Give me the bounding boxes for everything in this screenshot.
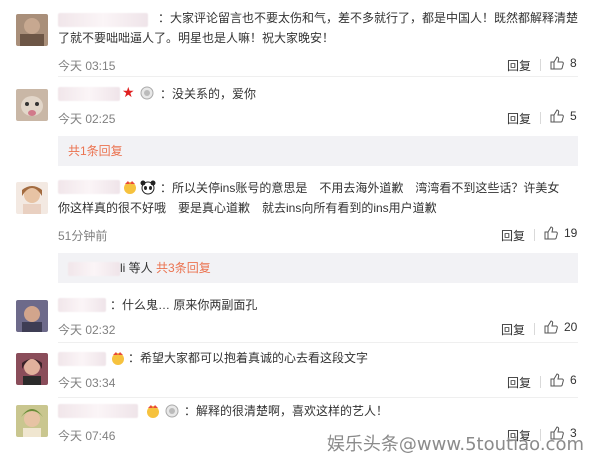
reply-button[interactable]: 回复: [507, 110, 531, 127]
comment-text: ：什么鬼… 原来你两副面孔: [110, 298, 258, 312]
comment-text: ：希望大家都可以抱着真诚的心去看这段文字: [128, 351, 369, 365]
comment-text: ：大家评论留言也不要太伤和气，差不多就行了，都是中国人！既然都解释清楚了就不要咄…: [58, 11, 579, 45]
member-badge-icon: [140, 86, 154, 103]
like-button[interactable]: 19: [544, 226, 577, 240]
comment-time: 今天 03:34: [58, 376, 116, 390]
divider: [58, 342, 578, 343]
comment-text: ：没关系的，爱你: [160, 87, 257, 101]
avatar[interactable]: [16, 405, 48, 437]
watermark: 娱乐头条@www.5toutiao.com: [326, 434, 584, 455]
comment-item: ：什么鬼… 原来你两副面孔 今天 02:32 回复 20: [0, 290, 598, 345]
emoji-badge-icon: [145, 403, 161, 422]
reply-username[interactable]: [68, 261, 120, 276]
comment-item: ：希望大家都可以抱着真诚的心去看这段文字 今天 03:34 回复 6: [0, 345, 598, 400]
username[interactable]: [58, 87, 120, 101]
divider: [534, 323, 535, 335]
like-count: 19: [564, 226, 578, 240]
comment-item: ★ ：没关系的，爱你 今天 02:25 回复 5 共1条回复: [0, 77, 598, 172]
like-button[interactable]: 6: [550, 373, 577, 387]
reply-button[interactable]: 回复: [507, 374, 531, 391]
comment-time: 今天 07:46: [58, 429, 116, 443]
thumbs-up-icon: [544, 226, 558, 240]
thumbs-up-icon: [550, 109, 564, 123]
comment-text: ：解释的很清楚啊，喜欢这样的艺人！: [184, 404, 389, 418]
avatar[interactable]: [16, 89, 48, 121]
like-count: 20: [564, 320, 578, 334]
avatar[interactable]: [16, 300, 48, 332]
username[interactable]: [58, 298, 106, 312]
divider: [58, 397, 578, 398]
like-button[interactable]: 8: [550, 56, 577, 70]
comment-item: ：大家评论留言也不要太伤和气，差不多就行了，都是中国人！既然都解释清楚了就不要咄…: [0, 0, 598, 77]
like-count: 5: [570, 109, 577, 123]
comment-time: 今天 02:32: [58, 323, 116, 337]
username[interactable]: [58, 404, 138, 418]
reply-button[interactable]: 回复: [501, 227, 525, 244]
star-badge-icon: ★: [122, 84, 135, 100]
thumbs-up-icon: [544, 320, 558, 334]
thumbs-up-icon: [550, 373, 564, 387]
comment-time: 51分钟前: [58, 229, 108, 243]
view-replies-link[interactable]: 共3条回复: [156, 261, 211, 275]
reply-button[interactable]: 回复: [501, 321, 525, 338]
avatar[interactable]: [16, 353, 48, 385]
divider: [534, 229, 535, 241]
like-button[interactable]: 20: [544, 320, 577, 334]
replies-bar: li 等人 共3条回复: [58, 253, 578, 283]
replies-bar: 共1条回复: [58, 136, 578, 166]
avatar[interactable]: [16, 14, 48, 46]
divider: [540, 112, 541, 124]
emoji-badge-icon: [110, 350, 126, 369]
like-count: 6: [570, 373, 577, 387]
view-replies-link[interactable]: 共1条回复: [68, 144, 123, 158]
member-badge-icon: [165, 404, 179, 421]
username[interactable]: [58, 352, 106, 366]
like-button[interactable]: 5: [550, 109, 577, 123]
divider: [540, 59, 541, 71]
comment-item: ：所以关停ins账号的意思是 不用去海外道歉 湾湾看不到这些话？许美女 你这样真…: [0, 172, 598, 290]
thumbs-up-icon: [550, 56, 564, 70]
divider: [540, 376, 541, 388]
comment-time: 今天 02:25: [58, 112, 116, 126]
comment-time: 今天 03:15: [58, 59, 116, 73]
avatar[interactable]: [16, 182, 48, 214]
replies-prefix: li 等人: [120, 261, 153, 275]
like-count: 8: [570, 56, 577, 70]
comment-text: ：所以关停ins账号的意思是 不用去海外道歉 湾湾看不到这些话？许美女 你这样真…: [58, 181, 572, 215]
reply-button[interactable]: 回复: [507, 57, 531, 74]
